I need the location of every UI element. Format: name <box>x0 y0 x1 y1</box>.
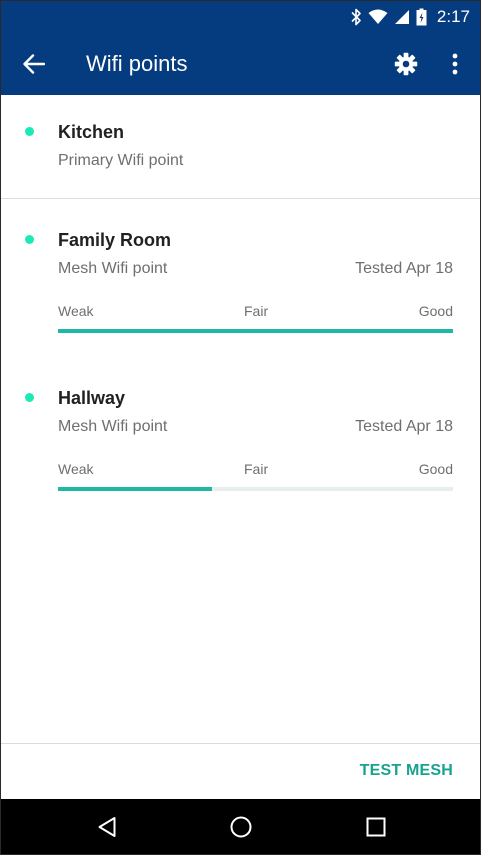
signal-bar-track <box>58 329 453 333</box>
wifi-points-list: Kitchen Primary Wifi point Family Room M… <box>1 95 480 529</box>
back-button[interactable] <box>17 48 51 80</box>
scale-weak-label: Weak <box>58 461 94 477</box>
phone-screen: 2:17 Wifi points Kitchen Primary Wifi po… <box>0 0 481 855</box>
battery-icon <box>416 8 427 26</box>
status-bar: 2:17 <box>1 1 480 33</box>
action-bar: TEST MESH <box>1 743 480 799</box>
arrow-back-icon <box>23 54 45 74</box>
nav-recents-button[interactable] <box>356 809 396 845</box>
page-title: Wifi points <box>86 51 188 76</box>
signal-bar-fill <box>58 487 213 491</box>
settings-button[interactable] <box>390 48 422 80</box>
wifi-point-type: Mesh Wifi point <box>58 260 168 277</box>
wifi-point-name: Hallway <box>58 388 126 408</box>
tested-date: Tested Apr 18 <box>355 418 453 435</box>
test-mesh-button[interactable]: TEST MESH <box>360 762 453 780</box>
scale-good-label: Good <box>418 303 453 319</box>
scale-fair-label: Fair <box>244 303 269 319</box>
back-triangle-icon <box>98 817 116 837</box>
wifi-icon <box>368 9 388 25</box>
tested-date: Tested Apr 18 <box>355 260 453 277</box>
gear-icon <box>394 52 418 76</box>
wifi-point-name: Family Room <box>58 230 172 250</box>
recents-square-icon <box>366 817 386 837</box>
wifi-point-kitchen[interactable]: Kitchen Primary Wifi point <box>1 95 480 199</box>
home-circle-icon <box>230 816 252 838</box>
status-icons: 2:17 <box>350 6 470 28</box>
nav-home-button[interactable] <box>221 809 261 845</box>
app-bar: Wifi points <box>1 33 480 95</box>
nav-back-button[interactable] <box>87 809 127 845</box>
signal-bar-fill <box>58 329 453 333</box>
status-dot <box>25 127 34 136</box>
more-vert-icon <box>452 53 458 75</box>
scale-fair-label: Fair <box>244 461 269 477</box>
scale-good-label: Good <box>418 461 453 477</box>
signal-bar-track <box>58 487 453 491</box>
status-time: 2:17 <box>436 7 470 26</box>
system-nav-bar <box>1 799 480 854</box>
wifi-point-hallway[interactable]: Hallway Mesh Wifi point Tested Apr 18 We… <box>1 369 480 529</box>
wifi-point-family-room[interactable]: Family Room Mesh Wifi point Tested Apr 1… <box>1 199 480 369</box>
wifi-point-name: Kitchen <box>58 122 125 142</box>
status-dot <box>25 235 34 244</box>
bluetooth-icon <box>350 8 362 26</box>
status-dot <box>25 393 34 402</box>
wifi-point-type: Mesh Wifi point <box>58 418 168 435</box>
scale-weak-label: Weak <box>58 303 94 319</box>
overflow-menu-button[interactable] <box>441 48 469 80</box>
cell-signal-icon <box>394 9 410 25</box>
wifi-point-type: Primary Wifi point <box>58 152 184 169</box>
